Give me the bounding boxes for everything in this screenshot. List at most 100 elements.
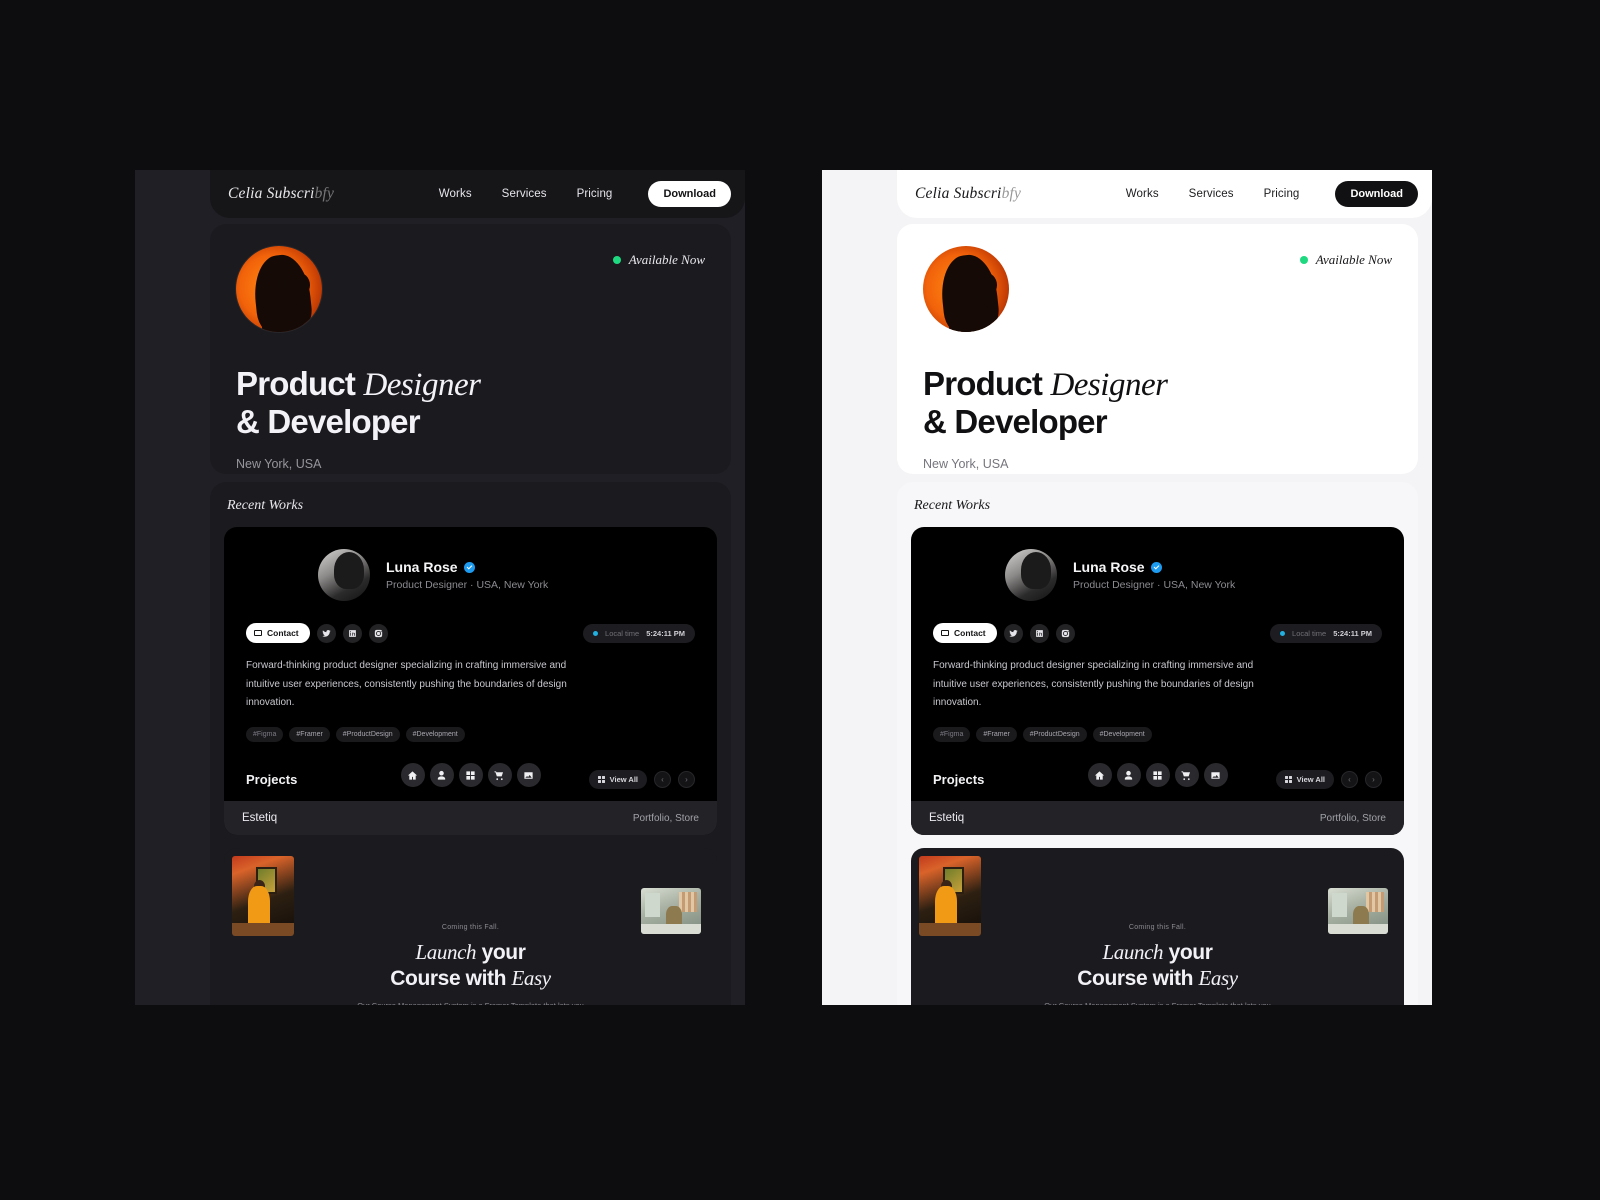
floating-app-icons <box>400 763 541 787</box>
hero-title-line2: & Developer <box>236 402 421 440</box>
recent-works-section: Recent Works Luna Rose Product Designer … <box>210 482 731 1005</box>
tag-framer[interactable]: #Framer <box>289 726 330 742</box>
cart-icon[interactable] <box>487 763 512 787</box>
user-icon-light[interactable] <box>1116 763 1141 787</box>
home-icon[interactable] <box>400 763 425 787</box>
profile-avatar-light <box>1005 549 1057 601</box>
nav-link-works-light[interactable]: Works <box>1126 188 1159 200</box>
profile-subtitle: Product Designer · USA, New York <box>386 579 549 591</box>
local-time-dot-icon <box>593 630 599 636</box>
grid-apps-icon-light[interactable] <box>1145 763 1170 787</box>
carousel-next-button[interactable]: › <box>678 770 695 788</box>
grid-icon <box>597 775 605 783</box>
contact-button-light[interactable]: Contact <box>933 623 997 643</box>
projects-title: Projects <box>246 771 298 787</box>
project-card-estetiq-light[interactable]: Luna Rose Product Designer · USA, New Yo… <box>911 527 1404 835</box>
light-theme-panel: Celia Subscribfy Works Services Pricing … <box>822 170 1432 1005</box>
brand-logo-main: Celia Subscri <box>228 185 315 202</box>
instagram-icon-light[interactable] <box>1055 623 1075 643</box>
twitter-icon-light[interactable] <box>1003 623 1023 643</box>
tag-development[interactable]: #Development <box>405 726 465 742</box>
course-title-italic-2-light: Easy <box>1198 965 1238 990</box>
image-icon-light[interactable] <box>1203 763 1228 787</box>
cart-icon-light[interactable] <box>1174 763 1199 787</box>
brand-logo-fade-light: bfy <box>1001 185 1022 202</box>
brand-logo-main-light: Celia Subscri <box>915 185 1002 202</box>
avatar <box>236 246 322 332</box>
contact-button[interactable]: Contact <box>246 623 310 643</box>
availability-badge: Available Now <box>612 252 705 268</box>
tag-productdesign-light[interactable]: #ProductDesign <box>1022 726 1087 742</box>
tag-figma[interactable]: #Figma <box>246 726 284 742</box>
hero-card: Available Now Product Designer & Develop… <box>210 224 731 474</box>
profile-name-light: Luna Rose <box>1073 559 1145 575</box>
status-dot-icon <box>612 256 621 264</box>
carousel-next-button-light[interactable]: › <box>1365 770 1382 788</box>
project-card-footer-light: Estetiq Portfolio, Store <box>911 801 1404 835</box>
view-all-button-light[interactable]: View All <box>1275 769 1334 789</box>
profile-actions-light: Contact Local time 5:24:11 PM <box>933 623 1382 643</box>
course-title-bold-1-light: your <box>1168 941 1213 964</box>
profile-row-light: Luna Rose Product Designer · USA, New Yo… <box>933 549 1382 601</box>
twitter-icon[interactable] <box>316 623 336 643</box>
view-all-button[interactable]: View All <box>588 769 647 789</box>
contact-label: Contact <box>267 628 299 638</box>
carousel-prev-button-light[interactable]: ‹ <box>1341 770 1358 788</box>
local-time-badge-light: Local time 5:24:11 PM <box>1270 623 1382 643</box>
tag-productdesign[interactable]: #ProductDesign <box>335 726 400 742</box>
course-kicker-light: Coming this Fall. <box>1128 924 1187 931</box>
project-card-course[interactable]: Coming this Fall. Launch your Course wit… <box>224 848 717 1005</box>
projects-controls: View All ‹ › <box>588 769 695 789</box>
profile-tags: #Figma #Framer #ProductDesign #Developme… <box>246 726 695 742</box>
profile-row: Luna Rose Product Designer · USA, New Yo… <box>246 549 695 601</box>
tag-figma-light[interactable]: #Figma <box>933 726 971 742</box>
availability-label-light: Available Now <box>1315 252 1392 267</box>
nav-link-pricing-light[interactable]: Pricing <box>1264 188 1300 200</box>
tag-framer-light[interactable]: #Framer <box>976 726 1017 742</box>
brand-logo-fade: bfy <box>314 185 335 202</box>
brand-logo[interactable]: Celia Subscribfy <box>228 185 334 203</box>
nav-link-works[interactable]: Works <box>439 188 472 200</box>
download-button-light[interactable]: Download <box>1335 181 1418 207</box>
nav-link-services[interactable]: Services <box>502 188 547 200</box>
image-icon[interactable] <box>516 763 541 787</box>
course-body: Our Course Management System is a Framer… <box>346 1000 596 1005</box>
tag-development-light[interactable]: #Development <box>1092 726 1152 742</box>
profile-name-row-light: Luna Rose <box>1073 559 1235 575</box>
status-dot-icon-light <box>1299 256 1308 264</box>
project-card-course-light[interactable]: Coming this Fall. Launch your Course wit… <box>911 848 1404 1005</box>
profile-subtitle-light: Product Designer · USA, New York <box>1073 579 1236 591</box>
instagram-icon[interactable] <box>368 623 388 643</box>
user-icon[interactable] <box>429 763 454 787</box>
project-card-body-light: Luna Rose Product Designer · USA, New Yo… <box>911 527 1404 801</box>
local-time-badge: Local time 5:24:11 PM <box>583 623 695 643</box>
hero-location: New York, USA <box>236 456 322 471</box>
linkedin-icon-light[interactable] <box>1029 623 1049 643</box>
hero-location-light: New York, USA <box>923 456 1009 471</box>
nav-link-pricing[interactable]: Pricing <box>577 188 613 200</box>
project-card-estetiq[interactable]: Luna Rose Product Designer · USA, New Yo… <box>224 527 717 835</box>
course-title-italic-2: Easy <box>511 965 551 990</box>
course-title-bold-1: your <box>481 941 526 964</box>
home-icon-light[interactable] <box>1087 763 1112 787</box>
page-title: Product Designer & Developer <box>236 365 705 441</box>
course-kicker: Coming this Fall. <box>441 924 500 931</box>
course-title-bold-2-light: Course with <box>1077 966 1194 990</box>
recent-works-title-light: Recent Works <box>914 498 991 513</box>
navbar-light: Celia Subscribfy Works Services Pricing … <box>897 170 1432 218</box>
profile-bio-light: Forward-thinking product designer specia… <box>933 660 1254 708</box>
download-button[interactable]: Download <box>648 181 731 207</box>
grid-apps-icon[interactable] <box>458 763 483 787</box>
navbar-dark: Celia Subscribfy Works Services Pricing … <box>210 170 745 218</box>
nav-links: Works Services Pricing Download <box>439 181 731 207</box>
project-name: Estetiq <box>242 812 278 824</box>
carousel-prev-button[interactable]: ‹ <box>654 770 671 788</box>
linkedin-icon[interactable] <box>342 623 362 643</box>
view-all-label-light: View All <box>1296 774 1325 784</box>
brand-logo-light[interactable]: Celia Subscribfy <box>915 185 1021 203</box>
local-time-label: Local time <box>605 628 640 638</box>
nav-link-services-light[interactable]: Services <box>1189 188 1234 200</box>
local-time-dot-icon-light <box>1280 630 1286 636</box>
mail-icon <box>254 629 262 637</box>
profile-actions: Contact Local time 5:24:11 PM <box>246 623 695 643</box>
